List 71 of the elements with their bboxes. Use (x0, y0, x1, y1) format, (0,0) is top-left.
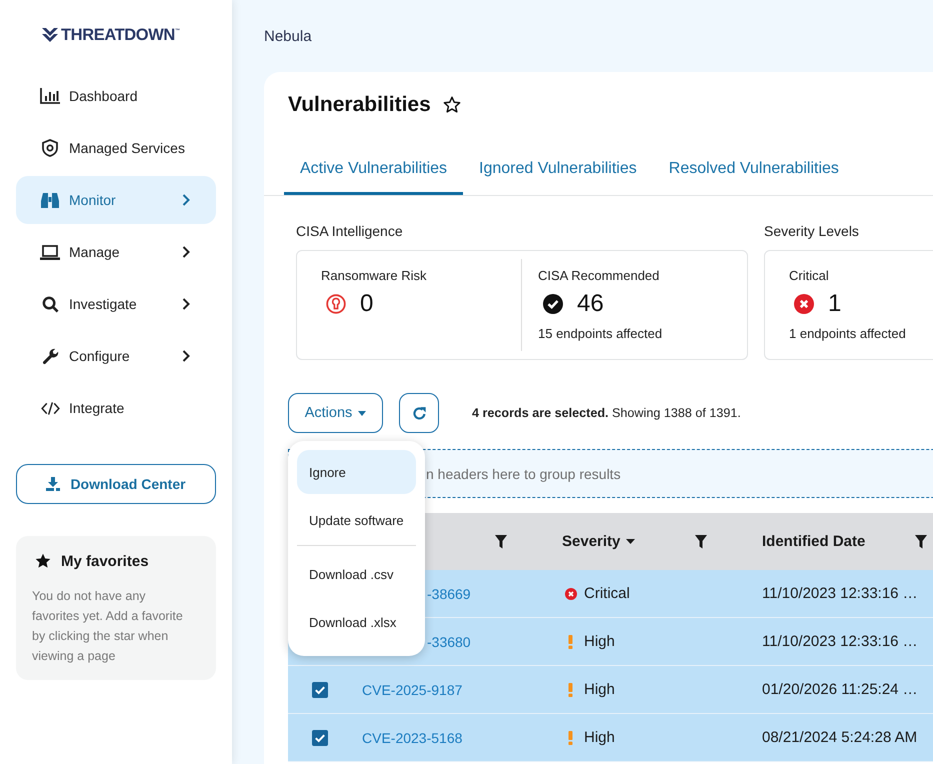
menu-item[interactable]: Update software (297, 498, 416, 542)
search-icon (42, 296, 58, 312)
page-title: Vulnerabilities (288, 92, 431, 118)
filter-icon[interactable] (495, 534, 507, 548)
row-checkbox[interactable] (312, 730, 328, 746)
filter-icon[interactable] (915, 534, 927, 548)
nav-item[interactable]: Dashboard (16, 72, 216, 120)
exclamation-icon (568, 634, 573, 648)
stat-label: Critical (789, 267, 830, 285)
download-icon (46, 477, 60, 491)
logo-icon (42, 27, 58, 43)
stat-label: Ransomware Risk (321, 267, 428, 285)
favorites-title: My favorites (61, 552, 149, 570)
wrench-icon (42, 348, 58, 364)
menu-item[interactable]: Ignore (297, 450, 416, 494)
section-title: CISA Intelligence (296, 222, 404, 241)
refresh-icon (412, 406, 426, 420)
refresh-button[interactable] (399, 393, 439, 433)
severity-label: High (584, 729, 615, 746)
shield-icon (42, 139, 58, 157)
breadcrumb: Nebula (264, 28, 312, 44)
stat-value: 0 (360, 292, 374, 316)
tab[interactable]: Active Vulnerabilities (284, 143, 464, 195)
nav-item[interactable]: Investigate (16, 280, 216, 328)
stat-value: 46 (577, 292, 604, 316)
severity-label: High (584, 681, 615, 698)
favorite-star-icon[interactable] (442, 96, 461, 114)
filter-icon[interactable] (695, 534, 707, 548)
identified-date: 08/21/2024 5:24:28 AM (762, 729, 918, 746)
column-header[interactable]: Identified Date (762, 533, 866, 550)
stat-note: 1 endpoints affected (789, 325, 907, 343)
row-checkbox[interactable] (312, 682, 328, 698)
nav-item[interactable]: Managed Services (16, 124, 216, 172)
binoculars-icon (40, 192, 60, 208)
table-row[interactable]: CVE-2023-5168 High 08/21/2024 5:24:28 AM (288, 714, 933, 762)
identified-date: 11/10/2023 12:33:16 … (762, 633, 918, 650)
drop-zone-hint: n headers here to group results (426, 466, 621, 482)
nav-item[interactable]: Integrate (16, 384, 216, 432)
tab[interactable]: Ignored Vulnerabilities (463, 143, 653, 195)
column-header[interactable]: Severity (562, 533, 620, 550)
exclamation-icon (568, 682, 573, 696)
x-circle-icon (794, 294, 814, 314)
actions-button[interactable]: Actions (288, 393, 383, 433)
x-circle-icon (565, 588, 577, 600)
stat-label: CISA Recommended (538, 267, 660, 285)
section-title: Severity Levels (764, 222, 860, 241)
stat-value: 1 (828, 292, 842, 316)
nav-item[interactable]: Manage (16, 228, 216, 276)
bar-chart-icon (40, 88, 60, 104)
tab[interactable]: Resolved Vulnerabilities (652, 143, 855, 195)
lock-circle-icon (326, 294, 346, 314)
caret-down-icon (358, 410, 366, 416)
identified-date: 01/20/2026 11:25:24 … (762, 681, 918, 698)
table-row[interactable]: CVE-2025-9187 High 01/20/2026 11:25:24 … (288, 666, 933, 714)
star-icon (35, 553, 51, 569)
laptop-icon (40, 244, 60, 260)
check-circle-icon (543, 294, 563, 314)
favorites-empty-text: You do not have any favorites yet. Add a favorite by clicking the star when viewing a page (32, 588, 184, 665)
code-icon (40, 402, 60, 414)
menu-item[interactable]: Download .csv (297, 552, 416, 596)
selection-summary: 4 records are selected. Showing 1388 of 1391. (472, 406, 741, 420)
exclamation-icon (568, 730, 573, 744)
download-center-button[interactable]: Download Center (16, 464, 216, 504)
sort-caret-icon[interactable] (626, 539, 636, 544)
nav-item[interactable]: Configure (16, 332, 216, 380)
severity-label: Critical (584, 585, 630, 602)
logo-text: THREATDOWN$^{™}$ (61, 26, 180, 44)
nav-item[interactable]: Monitor (16, 176, 216, 224)
severity-label: High (584, 633, 615, 650)
identified-date: 11/10/2023 12:33:16 … (762, 585, 918, 602)
stat-note: 15 endpoints affected (538, 325, 664, 343)
